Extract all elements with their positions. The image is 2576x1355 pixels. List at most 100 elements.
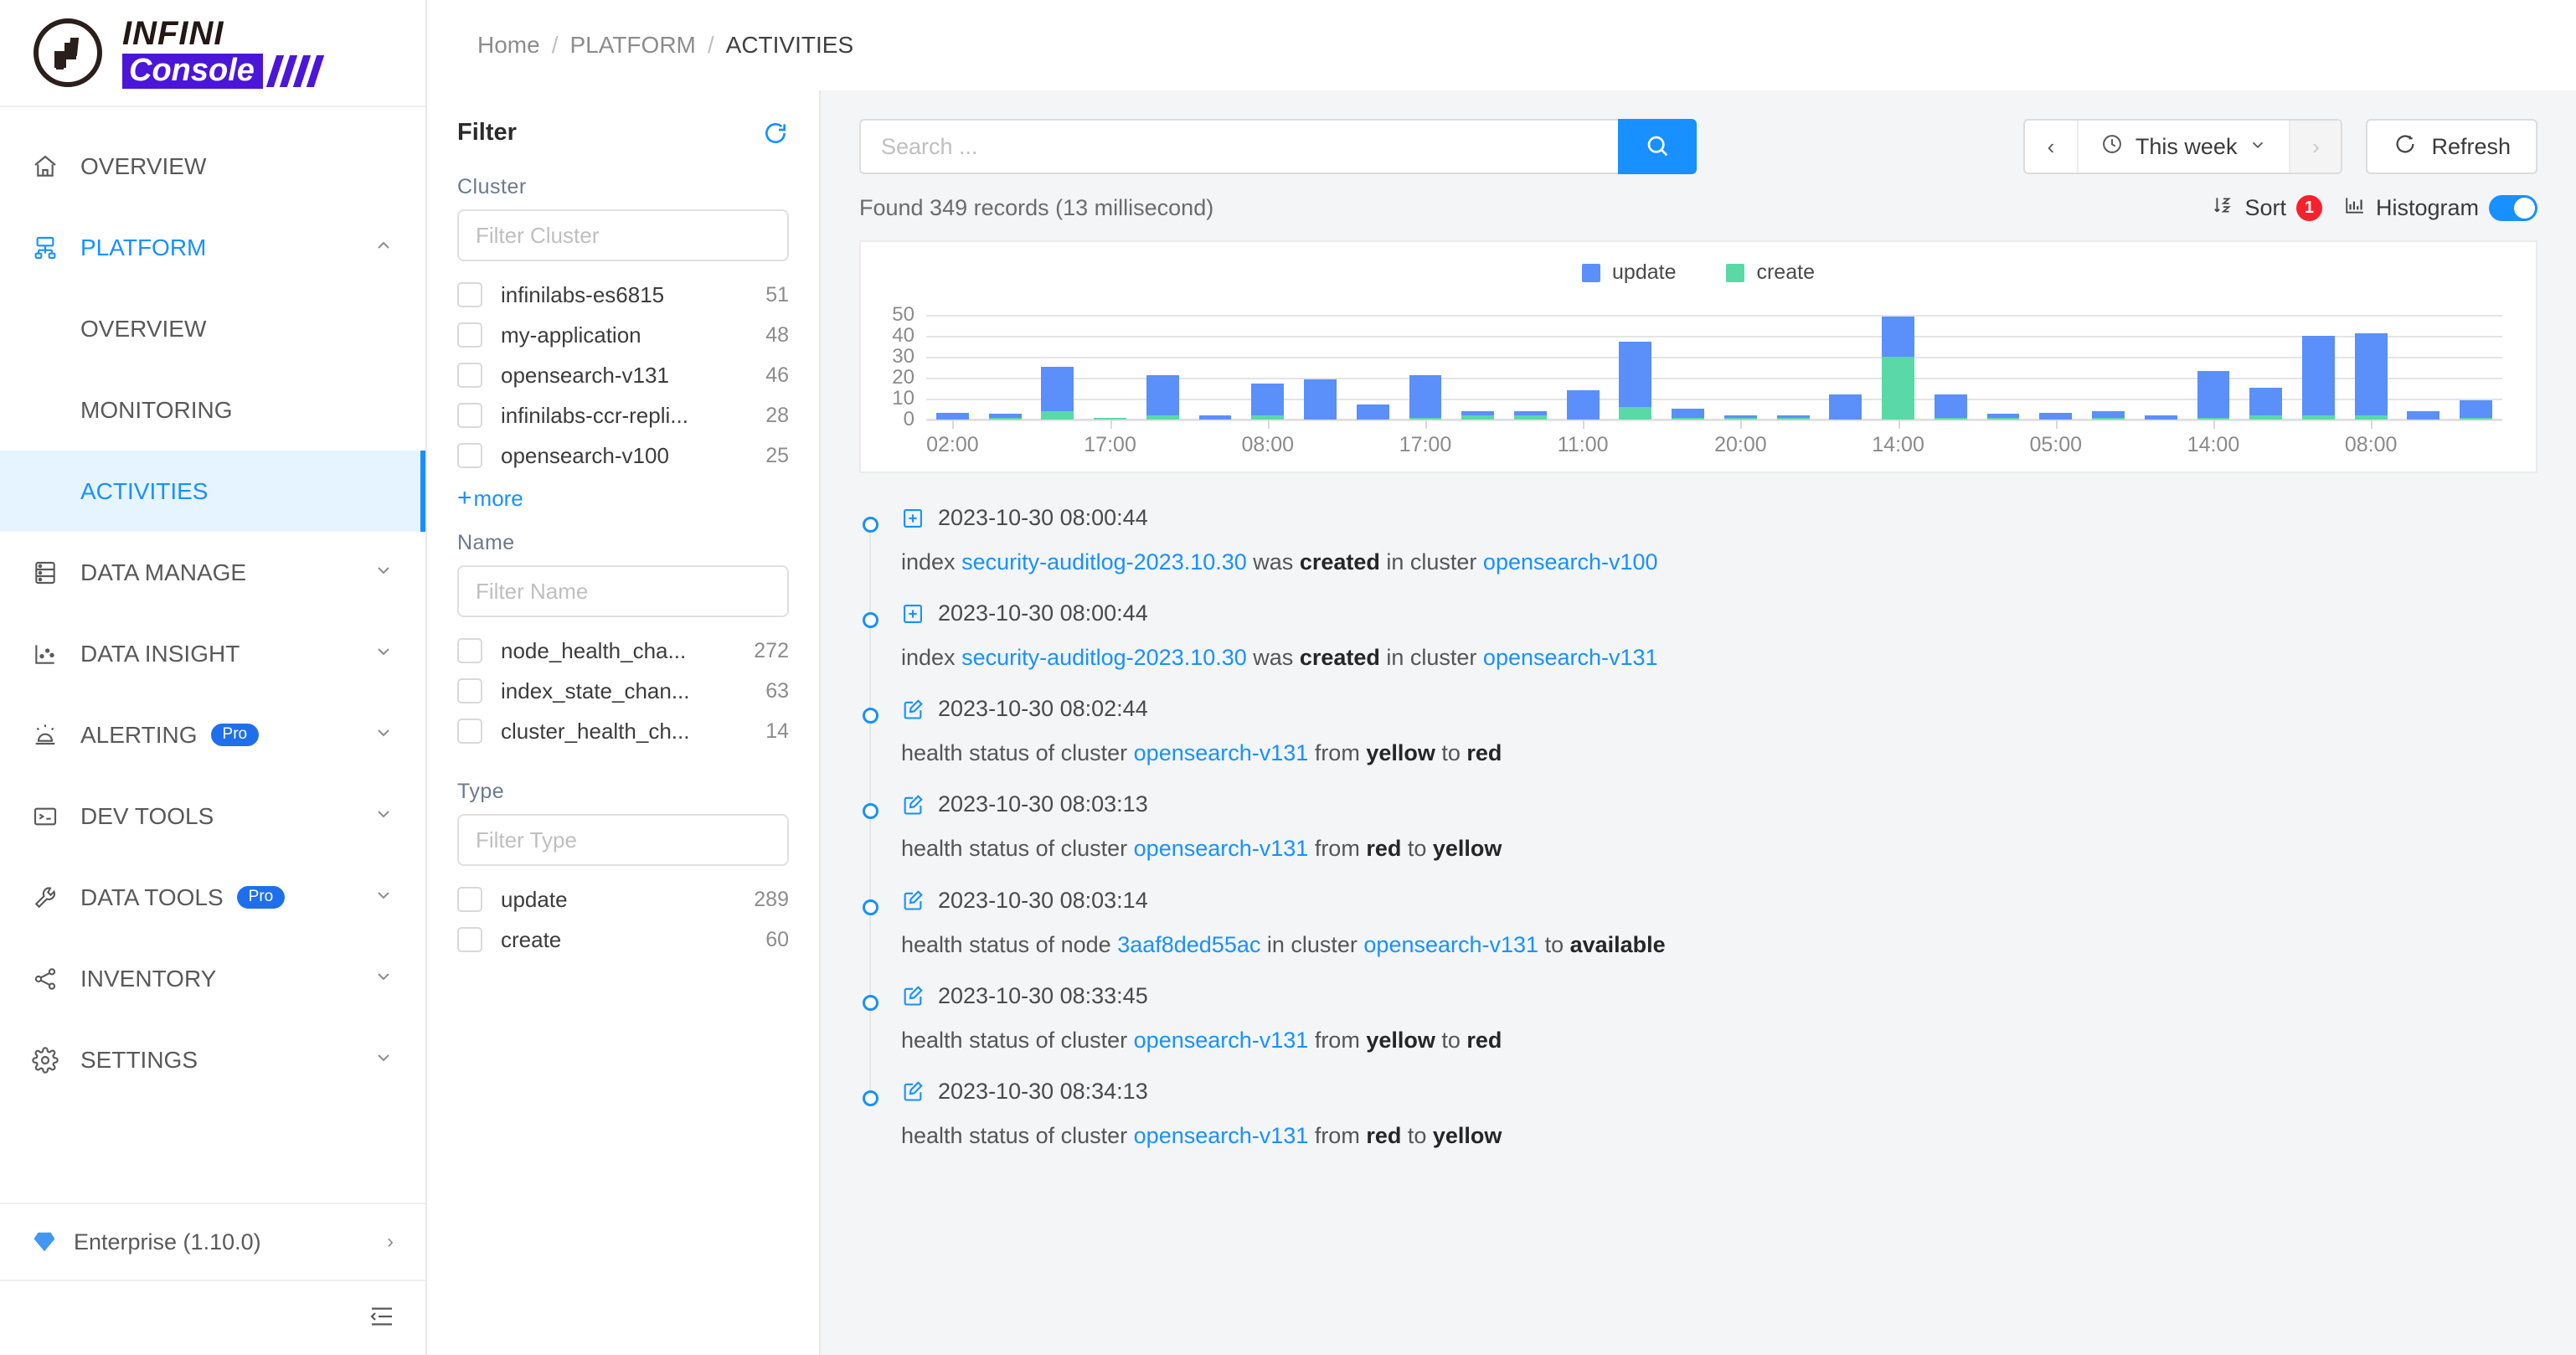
chart-bar[interactable] xyxy=(1619,342,1652,420)
activity-link[interactable]: opensearch-v131 xyxy=(1134,1028,1309,1053)
facet-option[interactable]: infinilabs-ccr-repli... 28 xyxy=(457,395,789,435)
chart-bar[interactable] xyxy=(1198,415,1232,420)
chart-bar[interactable] xyxy=(1513,410,1547,420)
sidebar-item-dev-tools[interactable]: DEV TOOLS xyxy=(0,775,425,857)
sidebar-item-platform-overview[interactable]: OVERVIEW xyxy=(0,288,425,369)
sidebar-item-platform-monitoring[interactable]: MONITORING xyxy=(0,369,425,451)
filter-type-input[interactable] xyxy=(457,814,789,866)
sidebar-item-data-manage[interactable]: DATA MANAGE xyxy=(0,532,425,613)
sidebar-item-data-insight[interactable]: DATA INSIGHT xyxy=(0,613,425,694)
activity-link[interactable]: security-auditlog-2023.10.30 xyxy=(961,645,1247,670)
chevron-down-icon[interactable] xyxy=(374,966,394,992)
chart-bar[interactable] xyxy=(1146,375,1179,420)
search-button[interactable] xyxy=(1618,119,1697,174)
edit-square-icon[interactable] xyxy=(901,1079,925,1103)
refresh-icon[interactable] xyxy=(762,120,789,147)
checkbox-icon[interactable] xyxy=(457,927,482,952)
search-input[interactable] xyxy=(859,119,1618,174)
chart-bar[interactable] xyxy=(2301,335,2335,420)
chart-bar[interactable] xyxy=(2354,333,2388,420)
facet-option[interactable]: infinilabs-es6815 51 xyxy=(457,275,789,315)
facet-option[interactable]: index_state_chan... 63 xyxy=(457,671,789,711)
edit-square-icon[interactable] xyxy=(901,889,925,912)
checkbox-icon[interactable] xyxy=(457,363,482,388)
chart-bar[interactable] xyxy=(2460,400,2493,420)
activity-link[interactable]: opensearch-v131 xyxy=(1134,740,1309,765)
license-footer[interactable]: Enterprise (1.10.0) › xyxy=(0,1203,425,1280)
chart-bar[interactable] xyxy=(1041,367,1074,420)
sidebar-item-alerting[interactable]: ALERTING Pro xyxy=(0,694,425,775)
chart-bar[interactable] xyxy=(2144,415,2177,420)
chart-bar[interactable] xyxy=(2197,371,2230,420)
facet-option[interactable]: opensearch-v131 46 xyxy=(457,355,789,395)
sidebar-item-settings[interactable]: SETTINGS xyxy=(0,1019,425,1100)
refresh-button[interactable]: Refresh xyxy=(2366,119,2537,174)
facet-option[interactable]: opensearch-v100 25 xyxy=(457,435,789,476)
chart-bar[interactable] xyxy=(1461,410,1495,420)
activity-link[interactable]: opensearch-v131 xyxy=(1134,1123,1309,1148)
plus-square-icon[interactable] xyxy=(901,602,925,626)
chart-bar[interactable] xyxy=(1409,375,1442,420)
chart-bar[interactable] xyxy=(1566,389,1600,420)
sidebar-item-platform[interactable]: PLATFORM xyxy=(0,207,425,288)
facet-option[interactable]: node_health_cha... 272 xyxy=(457,631,789,671)
facet-option[interactable]: update 289 xyxy=(457,879,789,920)
legend-item-update[interactable]: update xyxy=(1582,260,1676,285)
plus-square-icon[interactable] xyxy=(901,507,925,530)
checkbox-icon[interactable] xyxy=(457,322,482,348)
chart-bar[interactable] xyxy=(1251,384,1285,420)
sidebar-item-platform-activities[interactable]: ACTIVITIES xyxy=(0,451,425,532)
chart-bar[interactable] xyxy=(2249,388,2283,420)
chart-bar[interactable] xyxy=(1304,379,1337,420)
chart-bar[interactable] xyxy=(2092,410,2125,420)
checkbox-icon[interactable] xyxy=(457,443,482,468)
edit-square-icon[interactable] xyxy=(901,698,925,721)
collapse-sidebar-icon[interactable] xyxy=(368,1303,395,1334)
chevron-down-icon[interactable] xyxy=(374,885,394,910)
sidebar-item-inventory[interactable]: INVENTORY xyxy=(0,938,425,1019)
facet-option[interactable]: cluster_health_ch... 14 xyxy=(457,711,789,751)
legend-item-create[interactable]: create xyxy=(1726,260,1815,285)
chart-bar[interactable] xyxy=(988,413,1022,420)
chevron-down-icon[interactable] xyxy=(374,641,394,667)
checkbox-icon[interactable] xyxy=(457,678,482,703)
chevron-right-icon[interactable]: › xyxy=(387,1230,394,1254)
app-logo[interactable]: INFINI Console xyxy=(0,0,425,107)
activity-link[interactable]: opensearch-v131 xyxy=(1134,836,1309,861)
chart-bar[interactable] xyxy=(1829,394,1862,420)
activity-link[interactable]: opensearch-v100 xyxy=(1483,549,1658,574)
chart-bar[interactable] xyxy=(2039,413,2073,420)
time-range-next-button[interactable]: › xyxy=(2289,121,2342,173)
facet-option[interactable]: my-application 48 xyxy=(457,315,789,355)
chart-bar[interactable] xyxy=(1934,394,1967,420)
checkbox-icon[interactable] xyxy=(457,887,482,912)
chevron-down-icon[interactable] xyxy=(374,804,394,829)
chart-bar[interactable] xyxy=(2407,410,2440,420)
chart-bar[interactable] xyxy=(1356,404,1389,420)
chart-bar[interactable] xyxy=(935,413,969,420)
sidebar-item-overview[interactable]: OVERVIEW xyxy=(0,126,425,207)
checkbox-icon[interactable] xyxy=(457,638,482,663)
chevron-down-icon[interactable] xyxy=(374,1048,394,1073)
chevron-up-icon[interactable] xyxy=(374,235,394,260)
filter-name-input[interactable] xyxy=(457,565,789,617)
checkbox-icon[interactable] xyxy=(457,282,482,307)
chevron-down-icon[interactable] xyxy=(374,560,394,585)
facet-more-button[interactable]: + more xyxy=(457,484,523,513)
checkbox-icon[interactable] xyxy=(457,719,482,744)
chevron-down-icon[interactable] xyxy=(374,723,394,748)
histogram-toggle[interactable] xyxy=(2489,195,2537,221)
chart-bar[interactable] xyxy=(1672,409,1705,420)
sort-control[interactable]: Sort 1 xyxy=(2213,194,2322,222)
chart-bar[interactable] xyxy=(1986,413,2020,420)
activity-link[interactable]: security-auditlog-2023.10.30 xyxy=(961,549,1247,574)
activity-link[interactable]: opensearch-v131 xyxy=(1483,645,1658,670)
filter-cluster-input[interactable] xyxy=(457,209,789,261)
breadcrumb-home[interactable]: Home xyxy=(477,32,540,59)
time-range-prev-button[interactable]: ‹ xyxy=(2024,121,2077,173)
checkbox-icon[interactable] xyxy=(457,403,482,428)
activity-link[interactable]: opensearch-v131 xyxy=(1363,932,1538,957)
chart-bar[interactable] xyxy=(1882,317,1914,420)
breadcrumb-platform[interactable]: PLATFORM xyxy=(569,32,695,59)
histogram-control[interactable]: Histogram xyxy=(2344,194,2537,222)
